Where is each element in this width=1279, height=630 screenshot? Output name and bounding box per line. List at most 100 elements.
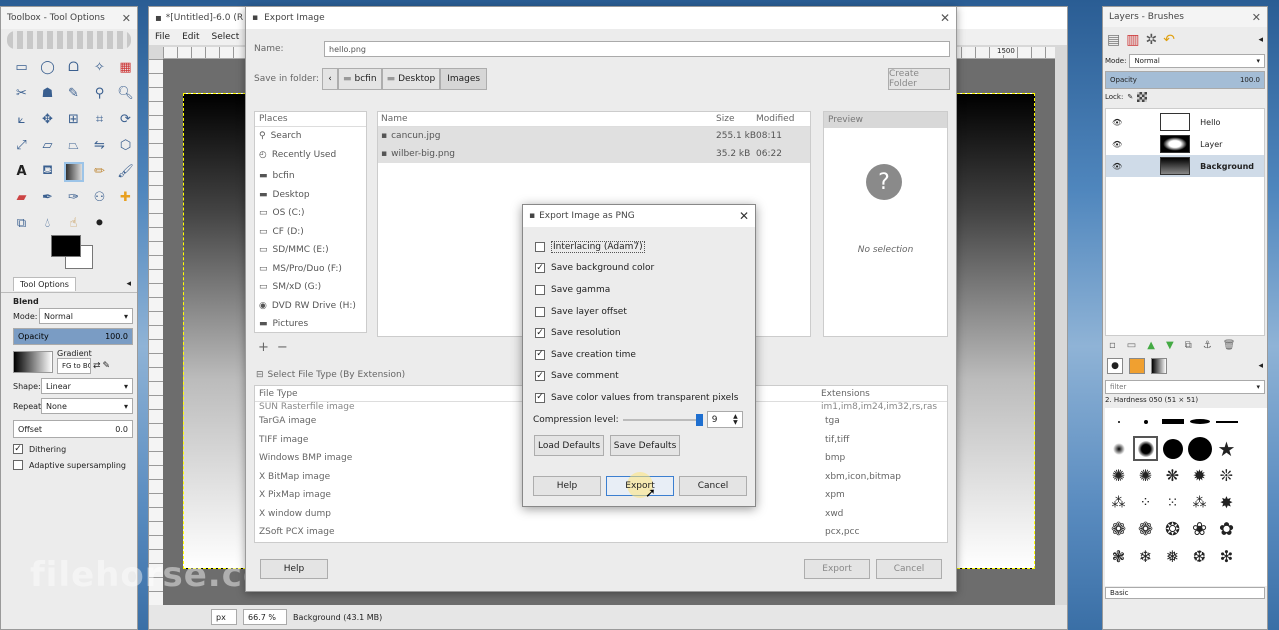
text-icon[interactable]: A (9, 159, 34, 184)
place-recently-used[interactable]: ◴ Recently Used (255, 146, 366, 165)
delete-layer-icon[interactable]: 🗑︎ (1223, 340, 1236, 351)
place-smxd-g[interactable]: ▭ SM/xD (G:) (255, 278, 366, 297)
filetype-row[interactable]: X window dump xwd (255, 505, 947, 524)
cage-icon[interactable]: ⬡ (113, 133, 138, 158)
brush-item[interactable] (1132, 435, 1159, 462)
col-extensions-header[interactable]: Extensions (821, 389, 941, 399)
option-save-resolution[interactable]: ✓ Save resolution (535, 322, 745, 344)
brush-item[interactable]: ❄ (1132, 543, 1159, 570)
brush-item[interactable]: ❃ (1105, 543, 1132, 570)
brush-item[interactable]: ❂ (1159, 516, 1186, 543)
new-group-icon[interactable]: ▭ (1127, 340, 1136, 351)
move-icon[interactable]: ✥ (35, 107, 60, 132)
foreground-color-swatch[interactable] (51, 235, 81, 257)
flip-icon[interactable]: ⇋ (87, 133, 112, 158)
add-bookmark-icon[interactable]: + (258, 340, 269, 355)
col-name-header[interactable]: Name (378, 114, 716, 124)
patterns-tab-icon[interactable] (1129, 358, 1145, 374)
gradient-name[interactable]: FG to BG (57, 358, 91, 374)
brush-item[interactable] (1105, 435, 1132, 462)
shear-icon[interactable]: ▱ (35, 133, 60, 158)
brush-item[interactable]: ✹ (1186, 462, 1213, 489)
raise-layer-icon[interactable]: ▲ (1147, 340, 1155, 351)
foreground-select-icon[interactable]: ☗ (35, 81, 60, 106)
color-select-icon[interactable]: ▦ (113, 55, 138, 80)
brush-preset-select[interactable]: Basic (1105, 587, 1265, 599)
file-row[interactable]: ▪ wilber-big.png 35.2 kB 06:22 (378, 145, 810, 163)
close-icon[interactable]: ✕ (940, 11, 950, 25)
breadcrumb-desktop[interactable]: ▬ Desktop (381, 68, 441, 90)
brush-item[interactable]: ✿ (1213, 516, 1240, 543)
unit-select[interactable]: px (211, 609, 237, 625)
ellipse-select-icon[interactable]: ◯ (35, 55, 60, 80)
reverse-icon[interactable]: ⇄ (93, 361, 101, 371)
brushes-tab-icon[interactable]: ● (1107, 358, 1123, 374)
layers-tab-icon[interactable]: ▤ (1107, 32, 1120, 48)
collapse-icon[interactable]: ⊟ (256, 370, 264, 380)
create-folder-button[interactable]: Create Folder (888, 68, 950, 90)
filetype-toggle[interactable]: Select File Type (By Extension) (268, 370, 406, 380)
brush-item[interactable] (1240, 516, 1267, 543)
brush-item[interactable] (1240, 408, 1267, 435)
close-icon[interactable]: ✕ (739, 209, 749, 223)
brush-item[interactable]: ❁ (1105, 516, 1132, 543)
brush-item[interactable] (1132, 408, 1159, 435)
layer-row[interactable]: 👁︎ Layer (1106, 133, 1264, 155)
cancel-button[interactable]: Cancel (876, 559, 942, 579)
brush-item[interactable]: ❊ (1213, 462, 1240, 489)
png-export-button[interactable]: Export (606, 472, 674, 498)
interlacing-checkbox[interactable] (535, 241, 545, 252)
brush-item[interactable] (1105, 408, 1132, 435)
eye-icon[interactable]: 👁︎ (1112, 140, 1122, 149)
brush-item[interactable]: ⁘ (1132, 489, 1159, 516)
paths-icon[interactable]: ✎ (61, 81, 86, 106)
lock-pixels-icon[interactable]: ✎ (1127, 93, 1133, 101)
place-bcfin[interactable]: ▬ bcfin (255, 167, 366, 186)
brush-item[interactable] (1240, 435, 1267, 462)
channels-tab-icon[interactable]: ▥ (1126, 32, 1139, 48)
breadcrumb-back-button[interactable]: ‹ (322, 68, 338, 90)
brush-item[interactable] (1240, 462, 1267, 489)
gradients-tab-icon[interactable] (1151, 358, 1167, 374)
help-button[interactable]: Help (260, 559, 328, 579)
option-save-transparent-colors[interactable]: ✓ Save color values from transparent pixe… (535, 387, 745, 409)
duplicate-layer-icon[interactable]: ⧉ (1185, 340, 1192, 351)
heal-icon[interactable]: ✚ (113, 185, 138, 210)
brush-item[interactable]: ✸ (1213, 489, 1240, 516)
filetype-row[interactable]: ZSoft PCX image pcx,pcc (255, 523, 947, 542)
load-defaults-button[interactable]: Load Defaults (534, 435, 604, 456)
place-cf-d[interactable]: ▭ CF (D:) (255, 223, 366, 242)
new-layer-icon[interactable]: ▫ (1109, 340, 1116, 351)
brush-item[interactable]: ⁂ (1105, 489, 1132, 516)
layer-mode-select[interactable]: Normal ▾ (1129, 54, 1265, 68)
scissors-icon[interactable]: ✂ (9, 81, 34, 106)
save-defaults-button[interactable]: Save Defaults (610, 435, 680, 456)
option-interlacing[interactable]: Interlacing (Adam7) (535, 236, 745, 258)
breadcrumb-images[interactable]: Images (440, 68, 488, 90)
place-mspro-f[interactable]: ▭ MS/Pro/Duo (F:) (255, 260, 366, 279)
save-transparent-colors-checkbox[interactable]: ✓ (535, 392, 545, 403)
breadcrumb-bcfin[interactable]: ▬ bcfin (338, 68, 382, 90)
png-cancel-button[interactable]: Cancel (679, 476, 747, 496)
blend-icon[interactable] (63, 161, 84, 182)
place-dvd-h[interactable]: ◉ DVD RW Drive (H:) (255, 297, 366, 316)
color-swatches[interactable] (51, 235, 97, 271)
lower-layer-icon[interactable]: ▼ (1166, 340, 1174, 351)
filename-input[interactable]: hello.png (324, 41, 950, 57)
brush-filter-select[interactable]: filter ▾ (1105, 380, 1265, 394)
anchor-icon[interactable]: ⚓︎ (1203, 340, 1212, 351)
gradient-preview[interactable] (13, 350, 53, 373)
compression-slider-handle[interactable] (695, 413, 703, 426)
close-icon[interactable]: ✕ (122, 12, 131, 25)
lock-alpha-icon[interactable] (1137, 92, 1148, 102)
brush-item[interactable]: ❁ (1132, 516, 1159, 543)
place-os-c[interactable]: ▭ OS (C:) (255, 204, 366, 223)
brush-item[interactable]: ❇ (1213, 543, 1240, 570)
paths-tab-icon[interactable]: ✲ (1145, 32, 1157, 48)
spin-arrows-icon[interactable]: ▲ ▼ (733, 413, 738, 426)
brush-item[interactable] (1240, 489, 1267, 516)
opacity-slider[interactable]: Opacity 100.0 (13, 328, 133, 345)
pencil-icon[interactable]: ✏ (87, 159, 112, 184)
repeat-select[interactable]: None ▾ (41, 398, 133, 414)
layer-opacity-slider[interactable]: Opacity 100.0 (1105, 71, 1265, 89)
